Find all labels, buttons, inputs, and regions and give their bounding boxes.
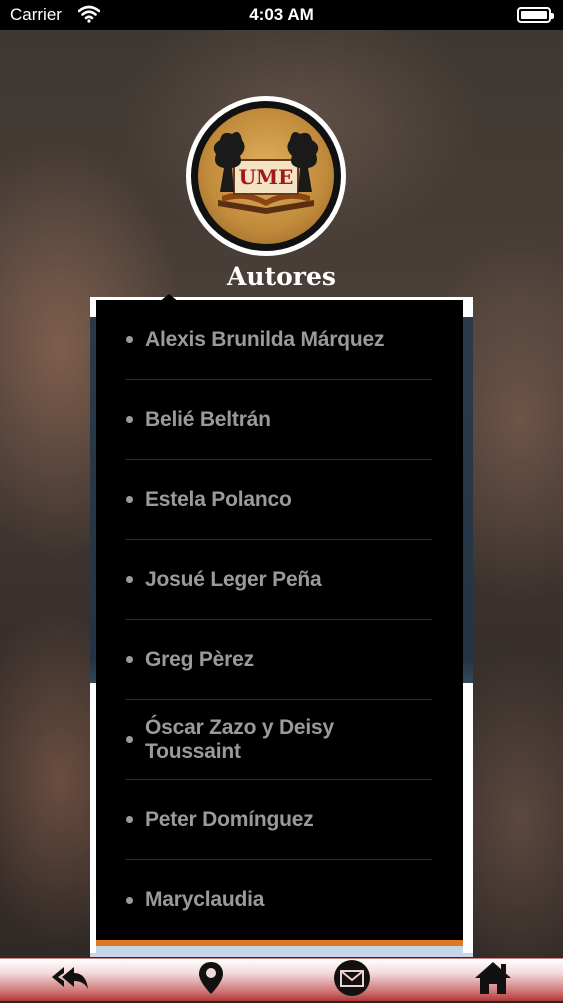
accent-bar bbox=[96, 940, 463, 946]
location-button[interactable] bbox=[176, 959, 246, 1001]
logo-text: UME bbox=[239, 165, 294, 189]
page-title: Autores bbox=[227, 262, 336, 291]
home-icon bbox=[473, 960, 513, 1001]
bullet-icon bbox=[126, 576, 133, 583]
author-name: Greg Pèrez bbox=[145, 647, 254, 671]
reply-all-icon bbox=[50, 963, 90, 998]
author-name: Josué Leger Peña bbox=[145, 567, 322, 591]
list-item[interactable]: Óscar Zazo y Deisy Toussaint bbox=[126, 700, 432, 780]
back-button[interactable] bbox=[35, 959, 105, 1001]
bullet-icon bbox=[126, 496, 133, 503]
bullet-icon bbox=[126, 896, 133, 904]
bottom-tab-bar bbox=[0, 958, 563, 1001]
map-pin-icon bbox=[197, 960, 225, 1001]
authors-panel: Alexis Brunilda Márquez Belié Beltrán Es… bbox=[96, 294, 463, 946]
author-name: Óscar Zazo y Deisy Toussaint bbox=[145, 715, 334, 763]
ume-logo: UME bbox=[186, 96, 346, 256]
list-item[interactable]: Peter Domínguez bbox=[126, 780, 432, 860]
bullet-icon bbox=[126, 816, 133, 823]
bullet-icon bbox=[126, 656, 133, 663]
battery-icon bbox=[517, 7, 554, 23]
bullet-icon bbox=[126, 736, 133, 743]
author-name: Maryclaudia bbox=[145, 888, 265, 911]
author-name: Peter Domínguez bbox=[145, 807, 314, 831]
author-name: Estela Polanco bbox=[145, 487, 292, 511]
mail-icon bbox=[332, 958, 372, 1003]
list-item[interactable]: Greg Pèrez bbox=[126, 620, 432, 700]
mail-button[interactable] bbox=[317, 959, 387, 1001]
home-button[interactable] bbox=[458, 959, 528, 1001]
list-item[interactable]: Maryclaudia bbox=[126, 860, 432, 940]
bullet-icon bbox=[126, 416, 133, 423]
list-item[interactable]: Belié Beltrán bbox=[126, 380, 432, 460]
list-item[interactable]: Josué Leger Peña bbox=[126, 540, 432, 620]
clock: 4:03 AM bbox=[249, 5, 314, 24]
list-item[interactable]: Estela Polanco bbox=[126, 460, 432, 540]
author-name: Alexis Brunilda Márquez bbox=[145, 327, 385, 351]
status-bar: Carrier 4:03 AM bbox=[0, 0, 563, 30]
authors-list: Alexis Brunilda Márquez Belié Beltrán Es… bbox=[126, 300, 432, 940]
list-item[interactable]: Alexis Brunilda Márquez bbox=[126, 300, 432, 380]
bullet-icon bbox=[126, 336, 133, 343]
author-name: Belié Beltrán bbox=[145, 407, 271, 431]
